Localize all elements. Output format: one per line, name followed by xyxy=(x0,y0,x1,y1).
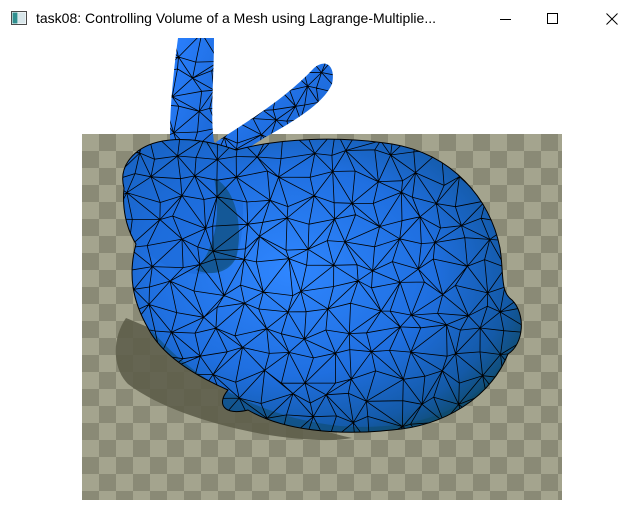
maximize-button[interactable] xyxy=(530,0,576,38)
close-icon xyxy=(606,13,618,25)
close-button[interactable] xyxy=(589,0,635,38)
window-app-icon xyxy=(11,11,27,25)
render-viewport[interactable] xyxy=(0,38,643,518)
window-title: task08: Controlling Volume of a Mesh usi… xyxy=(36,10,436,26)
title-bar[interactable]: task08: Controlling Volume of a Mesh usi… xyxy=(0,0,643,38)
minimize-button[interactable] xyxy=(483,0,529,38)
scene-canvas[interactable] xyxy=(0,38,643,518)
maximize-icon xyxy=(547,13,558,24)
app-window: task08: Controlling Volume of a Mesh usi… xyxy=(0,0,643,518)
minimize-icon xyxy=(500,19,511,20)
